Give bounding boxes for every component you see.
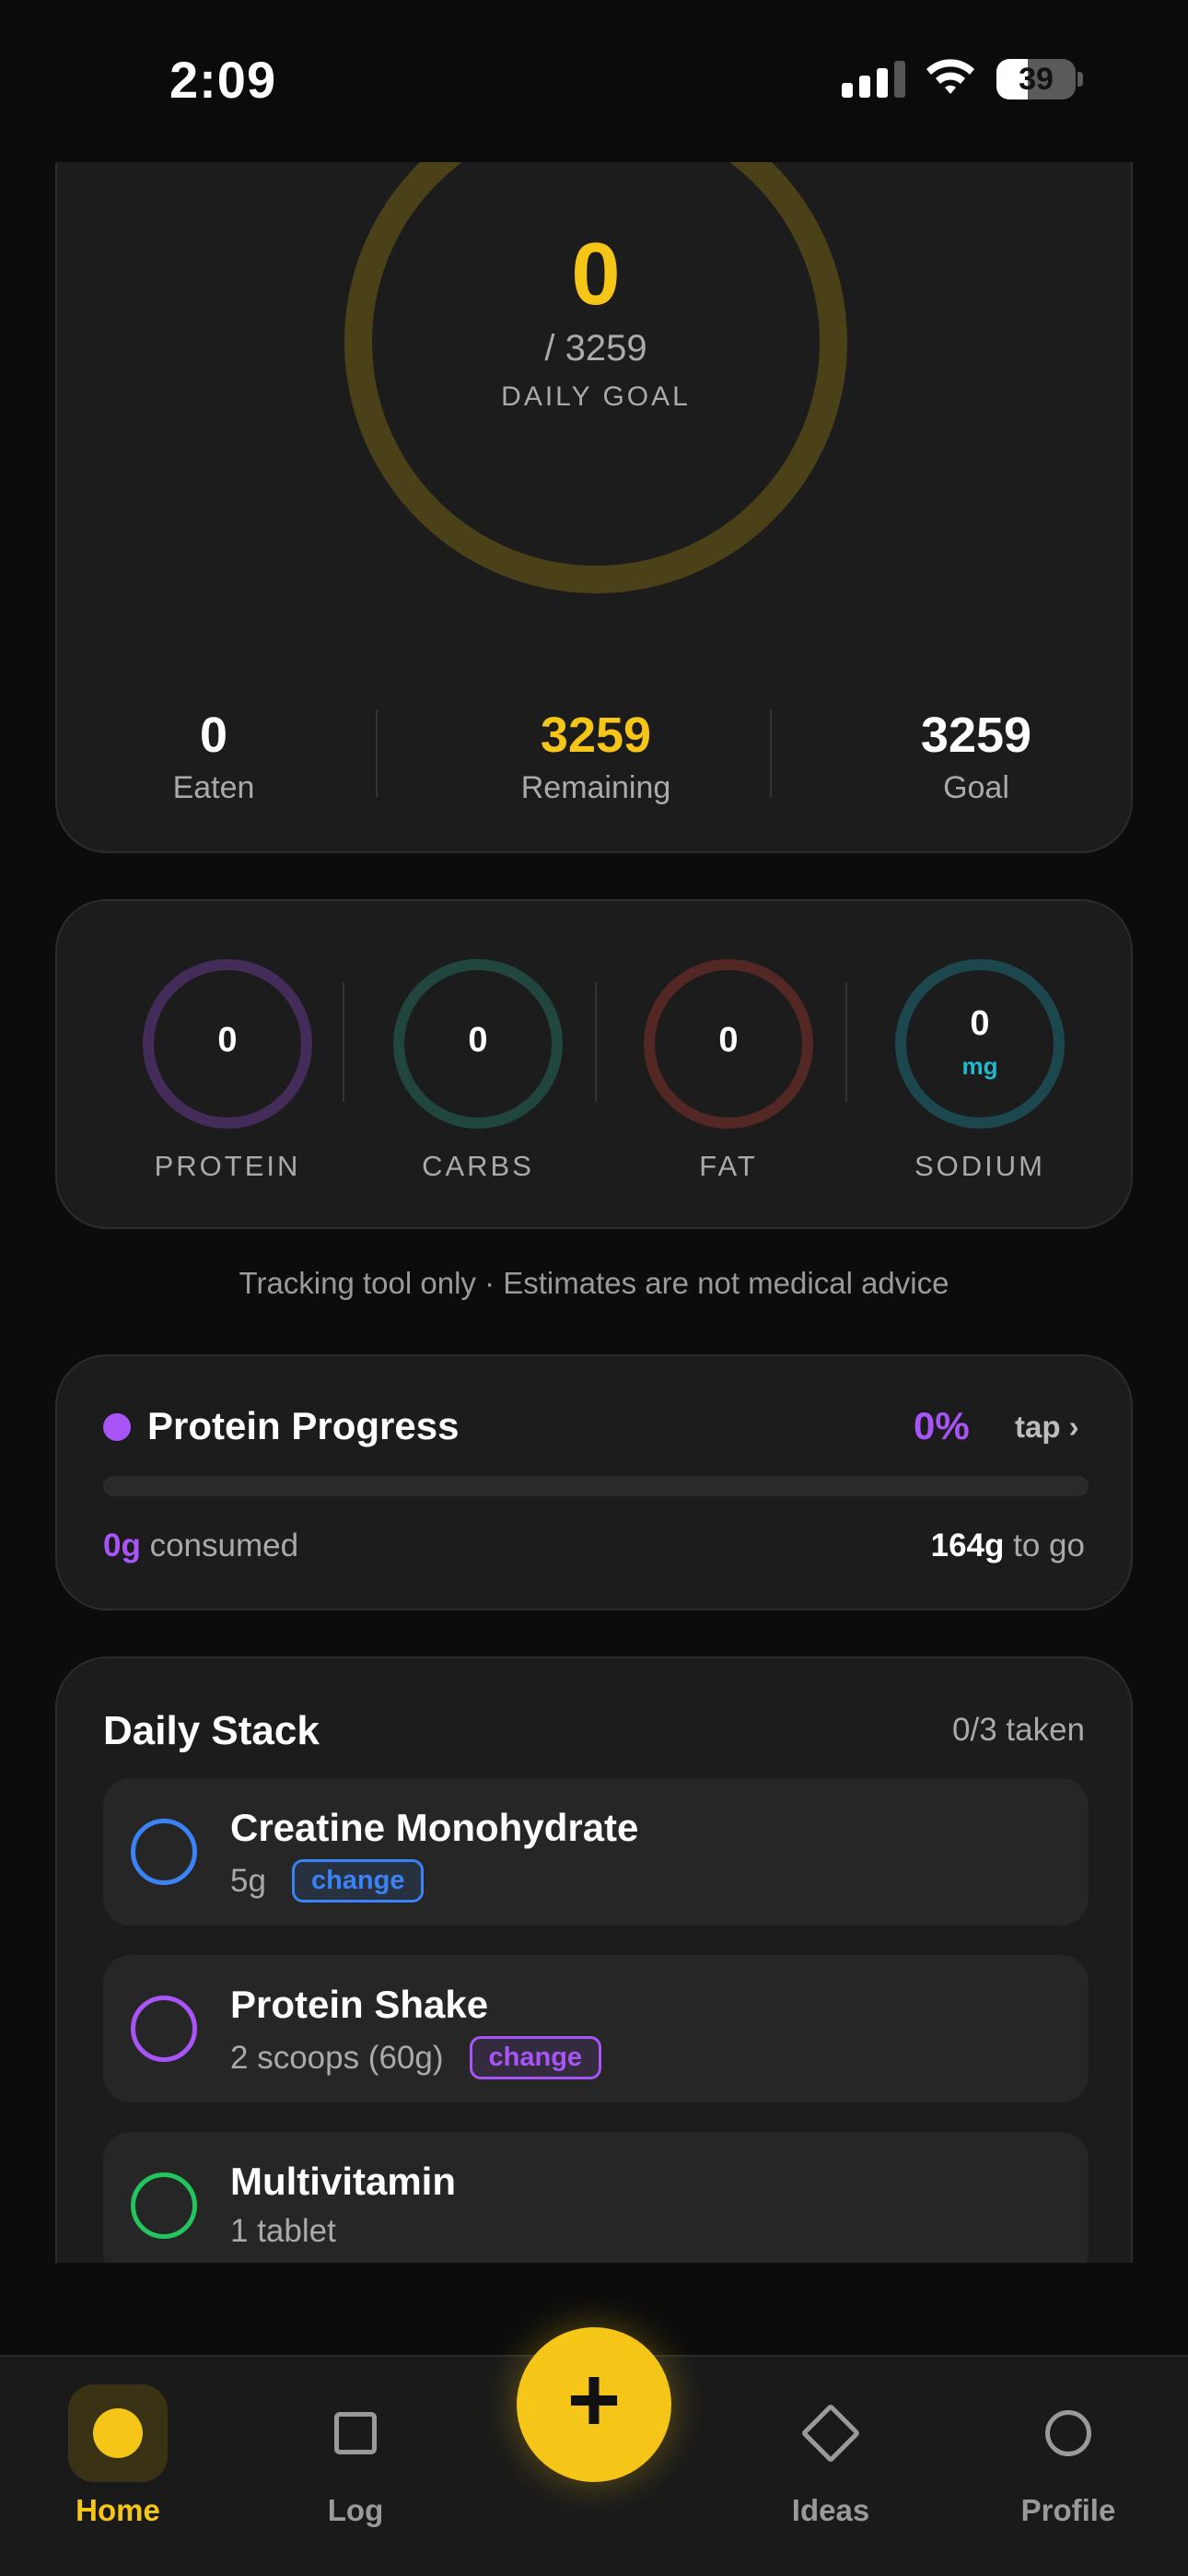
macro-carbs[interactable]: 0 CARBS — [377, 956, 579, 1183]
macro-value: 0 — [718, 1021, 739, 1060]
stat-label: Remaining — [520, 770, 671, 805]
status-bar: 2:09 39 — [0, 0, 1188, 162]
macro-divider — [343, 982, 344, 1102]
stat-eaten: 0 Eaten — [76, 706, 352, 806]
battery-level: 39 — [1019, 62, 1054, 97]
stack-item-dose-row: 5g change — [230, 1859, 425, 1903]
daily-stack-title: Daily Stack — [103, 1708, 320, 1753]
protein-progress-percent: 0% — [914, 1404, 970, 1447]
calories-goal: / 3259 — [544, 328, 647, 369]
battery-icon: 39 — [996, 59, 1083, 100]
home-dot-icon — [68, 2384, 168, 2482]
macro-protein[interactable]: 0 PROTEIN — [126, 956, 329, 1183]
stat-value: 3259 — [540, 708, 652, 763]
stat-divider — [376, 709, 378, 798]
main-scroll[interactable]: 0 / 3259 DAILY GOAL 0 Eaten 3259 Remaini… — [0, 162, 1188, 2263]
checkbox-circle-icon[interactable] — [131, 1996, 197, 2062]
protein-progress-bar — [103, 1476, 1089, 1496]
wifi-icon — [926, 59, 974, 94]
stack-item-dose-row: 2 scoops (60g) change — [230, 2036, 602, 2079]
sodium-ring — [895, 959, 1065, 1129]
stack-item-name: Protein Shake — [230, 1983, 489, 2026]
nav-label: Profile — [1020, 2493, 1116, 2527]
stack-item-name: Creatine Monohydrate — [230, 1806, 639, 1849]
stat-divider — [770, 709, 772, 798]
change-button[interactable]: change — [291, 1859, 425, 1903]
nav-label: Log — [327, 2493, 384, 2527]
macros-card[interactable]: 0 PROTEIN 0 CARBS 0 FAT 0 mg SODIUM — [55, 899, 1133, 1229]
square-icon — [306, 2384, 405, 2482]
macro-label: FAT — [699, 1150, 758, 1182]
daily-goal-label: DAILY GOAL — [501, 381, 691, 412]
circle-icon — [1019, 2384, 1118, 2482]
macro-label: CARBS — [422, 1150, 534, 1182]
stat-label: Eaten — [172, 770, 255, 805]
macro-divider — [845, 982, 847, 1102]
stat-goal: 3259 Goal — [838, 706, 1114, 806]
macro-fat[interactable]: 0 FAT — [627, 956, 830, 1183]
stack-item-dose: 1 tablet — [230, 2213, 336, 2249]
add-entry-button[interactable]: + — [517, 2327, 671, 2482]
status-time: 2:09 — [169, 51, 277, 109]
cellular-signal-icon — [842, 61, 905, 98]
stack-item[interactable]: Protein Shake 2 scoops (60g) change — [103, 1955, 1089, 2102]
plus-icon: + — [566, 2348, 622, 2452]
stack-item[interactable]: Creatine Monohydrate 5g change — [103, 1778, 1089, 1926]
stack-item-dose-row: 1 tablet — [230, 2213, 336, 2250]
calorie-stats: 0 Eaten 3259 Remaining 3259 Goal — [57, 706, 1135, 807]
macro-value: 0 — [217, 1021, 238, 1060]
calories-consumed: 0 — [571, 225, 621, 323]
protein-progress-card[interactable]: Protein Progress 0% tap › 0g consumed 16… — [55, 1354, 1133, 1610]
protein-dot-icon — [103, 1413, 131, 1441]
macro-value: 0 — [970, 1004, 990, 1043]
protein-to-go: 164g to go — [930, 1528, 1085, 1563]
macro-sodium[interactable]: 0 mg SODIUM — [879, 956, 1081, 1183]
macro-unit: mg — [961, 1052, 998, 1080]
stat-value: 3259 — [920, 708, 1032, 763]
stack-item-dose: 2 scoops (60g) — [230, 2039, 444, 2076]
calorie-card[interactable]: 0 / 3259 DAILY GOAL 0 Eaten 3259 Remaini… — [55, 162, 1133, 853]
checkbox-circle-icon[interactable] — [131, 1819, 197, 1885]
macro-label: SODIUM — [914, 1150, 1045, 1182]
stat-remaining: 3259 Remaining — [458, 706, 734, 806]
daily-stack-count: 0/3 taken — [952, 1712, 1085, 1748]
daily-stack-card[interactable]: Daily Stack 0/3 taken Creatine Monohydra… — [55, 1657, 1133, 2263]
nav-label: Home — [76, 2493, 160, 2527]
stack-item[interactable]: Multivitamin 1 tablet — [103, 2132, 1089, 2263]
protein-progress-title: Protein Progress — [147, 1404, 460, 1447]
stat-value: 0 — [199, 708, 228, 763]
stack-item-dose: 5g — [230, 1862, 266, 1899]
change-button[interactable]: change — [469, 2036, 602, 2079]
stat-label: Goal — [943, 770, 1009, 805]
checkbox-circle-icon[interactable] — [131, 2172, 197, 2239]
macro-divider — [595, 982, 597, 1102]
stack-item-name: Multivitamin — [230, 2160, 457, 2203]
disclaimer-text: Tracking tool only · Estimates are not m… — [239, 1266, 949, 1300]
macro-label: PROTEIN — [154, 1150, 301, 1182]
nav-label: Ideas — [791, 2493, 870, 2527]
diamond-icon — [781, 2384, 880, 2482]
protein-progress-tap-link[interactable]: tap › — [1015, 1410, 1079, 1445]
protein-consumed: 0g consumed — [103, 1528, 299, 1563]
macro-value: 0 — [468, 1021, 488, 1060]
